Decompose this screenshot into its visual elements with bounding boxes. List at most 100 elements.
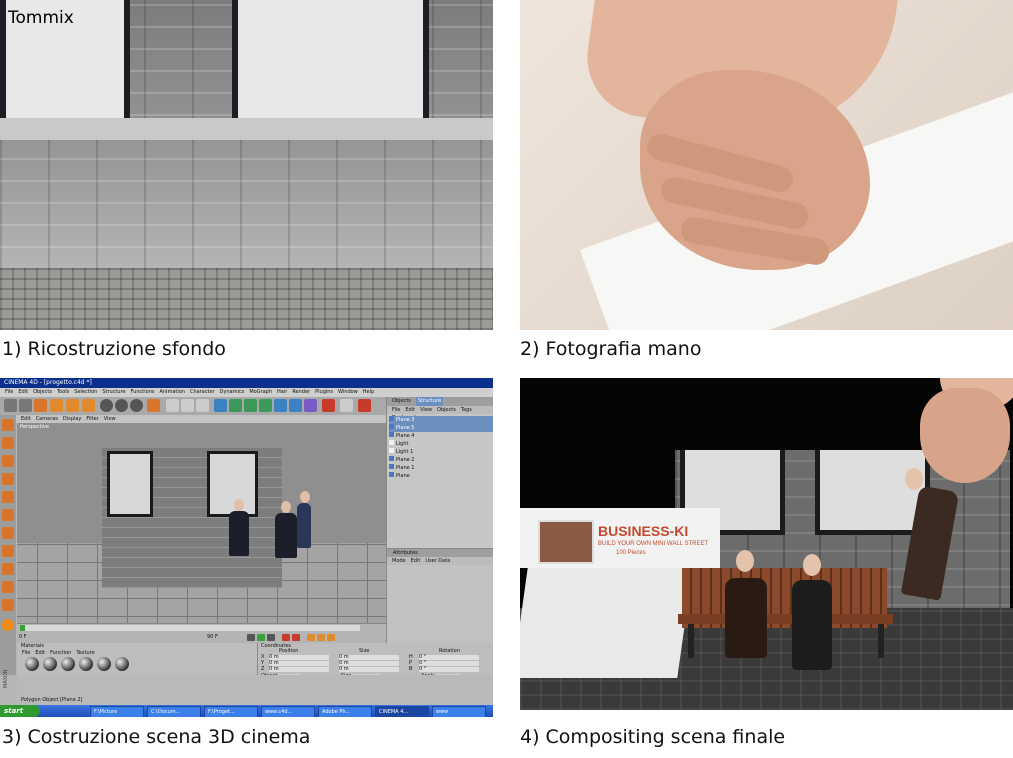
key-scale-icon[interactable] [317, 634, 325, 641]
array-icon[interactable] [259, 399, 272, 412]
layout-icon[interactable] [340, 399, 353, 412]
menu-item-character[interactable]: Character [190, 388, 215, 396]
taskbar-item[interactable]: www.c4d... [261, 706, 315, 717]
taskbar-item[interactable]: F:\Picture [90, 706, 144, 717]
menu-item-help[interactable]: Help [363, 388, 374, 396]
axis-icon[interactable] [2, 527, 14, 539]
object-list-item[interactable]: Plane 5 [389, 424, 493, 432]
record-icon[interactable] [358, 399, 371, 412]
render-settings-icon[interactable] [196, 399, 209, 412]
menu-item-selection[interactable]: Selection [74, 388, 97, 396]
play-icon[interactable] [257, 634, 265, 641]
move-icon[interactable] [50, 399, 63, 412]
workplane-icon[interactable] [2, 563, 14, 575]
object-list-item[interactable]: Light [389, 440, 493, 448]
nurbs-icon[interactable] [244, 399, 257, 412]
material-menu-item-edit[interactable]: Edit [35, 649, 45, 657]
object-menu-item-view[interactable]: View [420, 406, 432, 414]
autokey-icon[interactable] [292, 634, 300, 641]
magnet-icon[interactable] [2, 599, 14, 611]
menu-item-plugins[interactable]: Plugins [315, 388, 333, 396]
coordinate-icon[interactable] [147, 399, 160, 412]
tab-structure[interactable]: Structure [415, 397, 444, 406]
attr-menu-item-edit[interactable]: Edit [411, 557, 421, 565]
3d-viewport[interactable]: Perspective [17, 423, 386, 623]
menu-item-tools[interactable]: Tools [57, 388, 69, 396]
object-icon[interactable] [2, 437, 14, 449]
material-swatch[interactable] [115, 657, 129, 671]
object-menu-item-objects[interactable]: Objects [437, 406, 456, 414]
view-menu-item-edit[interactable]: Edit [21, 415, 31, 423]
object-list-item[interactable]: Plane 1 [389, 464, 493, 472]
record-key-icon[interactable] [282, 634, 290, 641]
material-menu-item-function[interactable]: Function [50, 649, 71, 657]
object-list-item[interactable]: Plane 3 [389, 416, 493, 424]
object-list-item[interactable]: Plane 4 [389, 432, 493, 440]
menu-item-functions[interactable]: Functions [131, 388, 155, 396]
menu-item-mograph[interactable]: MoGraph [249, 388, 272, 396]
object-list-item[interactable]: Plane 2 [389, 456, 493, 464]
x-axis-icon[interactable] [100, 399, 113, 412]
material-swatch[interactable] [79, 657, 93, 671]
menu-item-objects[interactable]: Objects [33, 388, 52, 396]
select-icon[interactable] [34, 399, 47, 412]
snap-icon[interactable] [2, 581, 14, 593]
z-axis-icon[interactable] [130, 399, 143, 412]
material-menu-item-file[interactable]: File [22, 649, 30, 657]
object-list-item[interactable]: Light 1 [389, 448, 493, 456]
render-view-icon[interactable] [166, 399, 179, 412]
light-icon[interactable] [322, 399, 335, 412]
menu-item-dynamics[interactable]: Dynamics [220, 388, 245, 396]
object-list-item[interactable]: Plane [389, 472, 493, 480]
key-position-icon[interactable] [307, 634, 315, 641]
taskbar-item[interactable]: CINEMA 4... [375, 706, 429, 717]
menu-item-edit[interactable]: Edit [18, 388, 28, 396]
camera-icon[interactable] [304, 399, 317, 412]
material-swatch[interactable] [61, 657, 75, 671]
material-swatch[interactable] [43, 657, 57, 671]
object-menu-item-tags[interactable]: Tags [461, 406, 472, 414]
taskbar-item[interactable]: C:\Docum... [147, 706, 201, 717]
timeline[interactable]: 0 F 90 F [17, 623, 386, 644]
rotate-icon[interactable] [82, 399, 95, 412]
key-rotation-icon[interactable] [327, 634, 335, 641]
coord-field[interactable]: 0 m [269, 667, 329, 672]
scale-icon[interactable] [66, 399, 79, 412]
edges-icon[interactable] [2, 491, 14, 503]
next-frame-icon[interactable] [267, 634, 275, 641]
frame-field[interactable]: 0 F [19, 634, 27, 640]
taskbar-item[interactable]: Adobe Ph... [318, 706, 372, 717]
menu-item-hair[interactable]: Hair [277, 388, 287, 396]
material-swatch[interactable] [25, 657, 39, 671]
view-menu-item-filter[interactable]: Filter [86, 415, 98, 423]
coord-field[interactable]: 0 ° [419, 661, 479, 666]
view-menu-item-view[interactable]: View [104, 415, 116, 423]
coord-field[interactable]: 0 ° [419, 667, 479, 672]
coord-field[interactable]: 0 m [339, 667, 399, 672]
texture-icon[interactable] [2, 455, 14, 467]
play-backward-icon[interactable] [247, 634, 255, 641]
attr-menu-item-user-data[interactable]: User Data [425, 557, 450, 565]
coord-field[interactable]: 0 ° [419, 655, 479, 660]
taskbar-item[interactable]: www [432, 706, 486, 717]
attr-menu-item-mode[interactable]: Mode [392, 557, 406, 565]
points-icon[interactable] [2, 473, 14, 485]
start-button[interactable]: start [0, 705, 40, 717]
deformer-icon[interactable] [274, 399, 287, 412]
polygons-icon[interactable] [2, 509, 14, 521]
spline-icon[interactable] [229, 399, 242, 412]
tab-objects[interactable]: Objects [390, 397, 413, 406]
menu-item-file[interactable]: File [5, 388, 13, 396]
timeline-track[interactable] [20, 625, 360, 631]
object-menu-item-edit[interactable]: Edit [405, 406, 415, 414]
model-icon[interactable] [2, 419, 14, 431]
material-menu-item-texture[interactable]: Texture [76, 649, 94, 657]
taskbar-item[interactable]: F:\Proget... [204, 706, 258, 717]
material-swatch[interactable] [97, 657, 111, 671]
scene-icon[interactable] [289, 399, 302, 412]
view-menu-item-cameras[interactable]: Cameras [36, 415, 58, 423]
menu-item-animation[interactable]: Animation [159, 388, 185, 396]
y-axis-icon[interactable] [115, 399, 128, 412]
frame-end-field[interactable]: 90 F [207, 634, 218, 640]
object-menu-item-file[interactable]: File [392, 406, 400, 414]
